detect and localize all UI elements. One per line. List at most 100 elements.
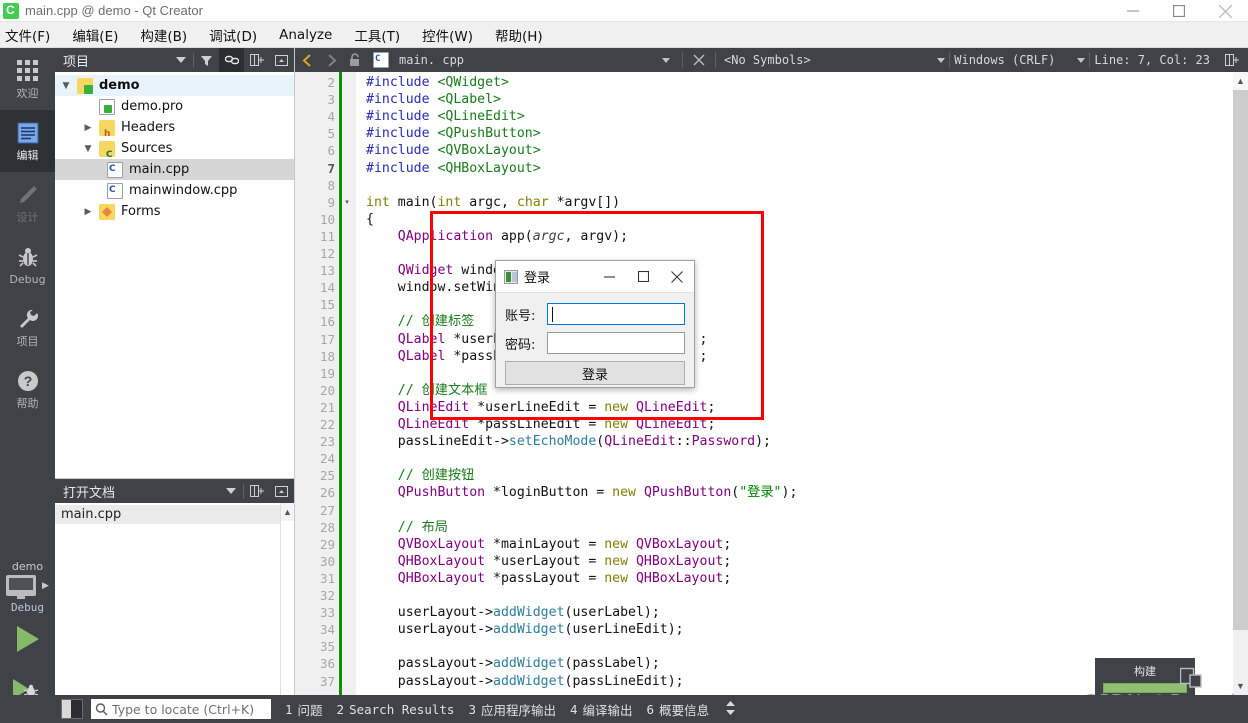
login-button[interactable]: 登录 [505,361,685,385]
close-file-icon[interactable] [687,48,711,72]
kit-selector-button[interactable]: ▶ [0,575,55,599]
code-line[interactable]: { [366,211,374,228]
chevron-right-icon[interactable] [319,48,343,72]
output-pane-app-output[interactable]: 3 应用程序输出 [468,700,556,719]
chevron-down-icon[interactable] [662,57,671,63]
maximize-icon[interactable] [626,261,660,293]
close-panel-icon[interactable] [269,479,294,503]
scroll-up-icon[interactable]: ▲ [281,503,294,521]
code-line[interactable]: QLineEdit *passLineEdit = new QLineEdit; [366,416,716,433]
tree-row-mainwindow-cpp[interactable]: mainwindow.cpp [55,180,294,201]
sidebar-item-projects[interactable]: 项目 [0,296,55,358]
minimize-icon[interactable] [1110,0,1156,22]
sidebar-item-design[interactable]: 设计 [0,172,55,234]
code-line[interactable]: #include <QPushButton> [366,125,541,142]
code-line[interactable]: passLineEdit->setEchoMode(QLineEdit::Pas… [366,433,771,450]
code-line[interactable]: window.setWin [366,279,501,296]
output-pane-issues[interactable]: 1 问题 [285,700,323,719]
code-editor[interactable]: #include <QWidget> #include <QLabel> #incl… [295,72,1248,695]
up-down-arrows-icon[interactable] [725,700,736,718]
sidebar-item-debug[interactable]: Debug [0,234,55,296]
chevron-down-icon[interactable]: ▼ [77,144,99,154]
code-line[interactable]: // 创建文本框 [366,382,488,399]
panel-dropdown-icon[interactable] [168,48,193,72]
search-input[interactable]: Type to locate (Ctrl+K) [91,699,271,719]
chevron-down-icon[interactable]: ▼ [55,81,77,91]
menu-help[interactable]: 帮助(H) [484,22,554,48]
fold-column[interactable] [342,72,356,695]
tree-row-demo-pro[interactable]: demo.pro [55,96,294,117]
code-text[interactable]: #include <QWidget> #include <QLabel> #incl… [356,72,1248,695]
tree-row-demo[interactable]: ▼ demo [55,75,294,96]
code-line[interactable]: QHBoxLayout *passLayout = new QHBoxLayou… [366,570,732,587]
code-line[interactable]: userLayout->addWidget(userLabel); [366,604,660,621]
menu-edit[interactable]: 编辑(E) [61,22,129,48]
cursor-position[interactable]: Line: 7, Col: 23 [1094,53,1210,67]
code-line[interactable]: #include <QLabel> [366,91,501,108]
login-dialog[interactable]: 登录 账号: 密码: 登录 [495,260,695,388]
split-add-icon[interactable] [244,48,269,72]
tree-row-headers[interactable]: ▶ Headers [55,117,294,138]
menu-build[interactable]: 构建(B) [129,22,198,48]
code-line[interactable]: #include <QVBoxLayout> [366,142,541,159]
documents-scrollbar[interactable]: ▲ [280,503,294,696]
output-pane-search-results[interactable]: 2 Search Results [337,702,455,717]
scrollbar-thumb[interactable] [1233,90,1248,630]
output-pane-general-messages[interactable]: 6 概要信息 [647,700,710,719]
sidebar-item-help[interactable]: ? 帮助 [0,358,55,420]
sidebar-item-edit[interactable]: 编辑 [0,110,55,172]
code-line[interactable]: #include <QWidget> [366,74,509,91]
code-line[interactable]: QHBoxLayout *userLayout = new QHBoxLayou… [366,553,732,570]
close-icon[interactable] [660,261,694,293]
chevron-right-icon[interactable]: ▶ [77,123,99,133]
menu-tools[interactable]: 工具(T) [343,22,411,48]
current-file-combo[interactable]: main. cpp [367,48,678,72]
line-ending-combo[interactable]: Windows (CRLF) [954,53,1055,67]
tree-row-forms[interactable]: ▶ Forms [55,201,294,222]
split-add-icon[interactable] [244,479,269,503]
username-input[interactable] [547,303,685,325]
code-line[interactable]: #include <QHBoxLayout> [366,160,541,177]
code-line[interactable]: // 布局 [366,519,448,536]
menu-file[interactable]: 文件(F) [0,22,61,48]
maximize-icon[interactable] [1156,0,1202,22]
tree-row-main-cpp[interactable]: main.cpp [55,159,294,180]
code-line[interactable]: // 创建标签 [366,313,475,330]
chevron-left-icon[interactable] [295,48,319,72]
close-panel-icon[interactable] [269,48,294,72]
panel-dropdown-icon[interactable] [218,479,243,503]
code-line[interactable]: QWidget windo [366,262,501,279]
chevron-right-icon[interactable]: ▶ [77,207,99,217]
sidebar-item-welcome[interactable]: 欢迎 [0,48,55,110]
code-line[interactable]: passLayout->addWidget(passLabel); [366,655,660,672]
menu-analyze[interactable]: Analyze [268,24,343,46]
code-line[interactable]: int main(int argc, char *argv[]) [366,194,620,211]
code-line[interactable]: QLineEdit *userLineEdit = new QLineEdit; [366,399,716,416]
filter-icon[interactable] [194,48,219,72]
toggle-sidebar-icon[interactable] [61,699,83,719]
list-item[interactable]: main.cpp [55,505,294,524]
code-line[interactable]: QPushButton *loginButton = new QPushButt… [366,484,798,501]
code-line[interactable]: QApplication app(argc, argv); [366,228,628,245]
password-input[interactable] [547,332,685,354]
minimize-icon[interactable] [592,261,626,293]
symbol-combo[interactable]: <No Symbols> [720,53,811,67]
scroll-up-icon[interactable]: ▲ [1233,72,1248,90]
output-pane-compile-output[interactable]: 4 编译输出 [570,700,633,719]
split-add-icon[interactable] [1220,48,1244,72]
chevron-down-icon[interactable] [1077,57,1086,63]
code-line[interactable]: passLayout->addWidget(passLineEdit); [366,673,684,690]
run-button[interactable] [0,614,55,664]
code-line[interactable]: // 创建按钮 [366,467,475,484]
menu-widgets[interactable]: 控件(W) [411,22,484,48]
close-icon[interactable] [1202,0,1248,22]
tree-row-sources[interactable]: ▼ Sources [55,138,294,159]
code-line[interactable]: userLayout->addWidget(userLineEdit); [366,621,684,638]
code-line[interactable]: QVBoxLayout *mainLayout = new QVBoxLayou… [366,536,732,553]
menu-debug[interactable]: 调试(D) [198,22,268,48]
fold-toggle-icon[interactable]: ▾ [342,194,352,211]
editor-scrollbar[interactable]: ▲ ▼ [1233,72,1248,695]
chevron-down-icon[interactable] [937,57,946,63]
unlocked-padlock-icon[interactable] [343,48,367,72]
code-line[interactable]: #include <QLineEdit> [366,108,525,125]
